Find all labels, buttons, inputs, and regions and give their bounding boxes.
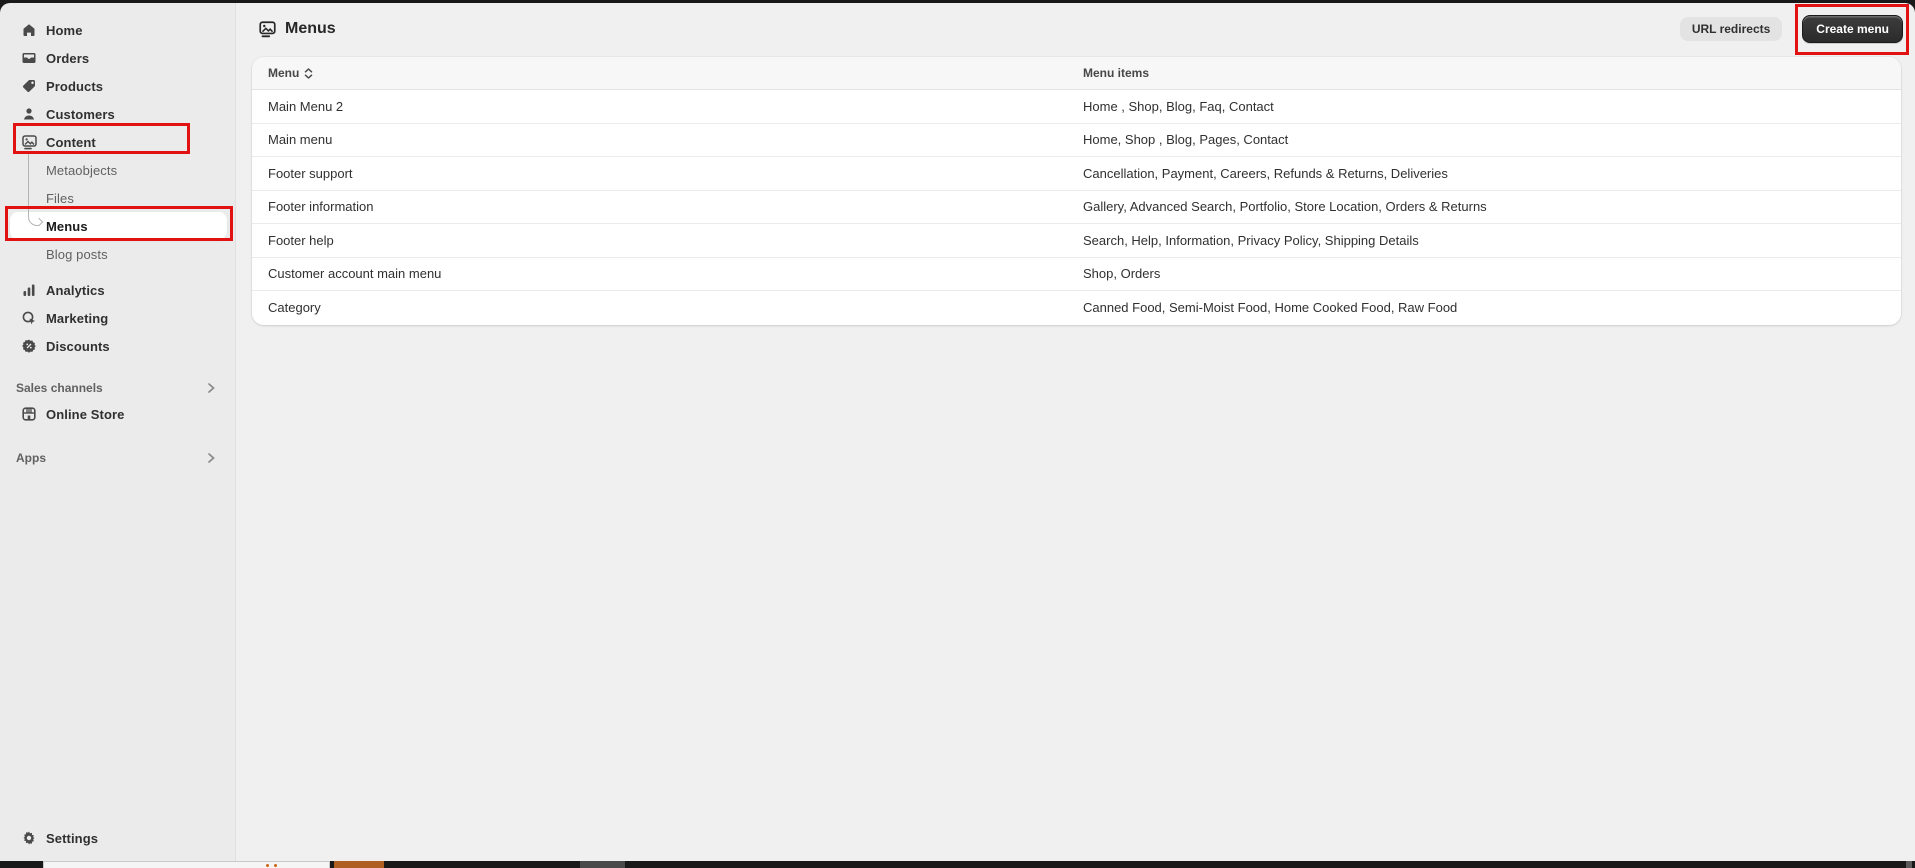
sidebar-item-label: Customers [46,107,115,122]
menu-name-link[interactable]: Footer information [252,199,1067,214]
sidebar-item-label: Home [46,23,83,38]
sidebar-item-label: Files [46,191,74,206]
table-row[interactable]: Category Canned Food, Semi-Moist Food, H… [252,291,1901,325]
apps-section-header: Apps [16,446,219,470]
table-row[interactable]: Main menu Home, Shop , Blog, Pages, Cont… [252,124,1901,158]
sidebar-item-label: Analytics [46,283,105,298]
sidebar-item-content[interactable]: Content [10,128,227,156]
sidebar-item-label: Content [46,135,96,150]
sidebar-item-label: Blog posts [46,247,108,262]
sidebar-item-settings[interactable]: Settings [10,824,227,852]
taskbar-dot-icon [266,864,269,867]
table-row[interactable]: Customer account main menu Shop, Orders [252,258,1901,292]
sidebar-item-products[interactable]: Products [10,72,227,100]
sidebar-item-marketing[interactable]: Marketing [10,304,227,332]
apps-label: Apps [16,451,46,465]
sidebar-item-orders[interactable]: Orders [10,44,227,72]
taskbar-segment-light[interactable] [43,861,330,868]
sidebar-item-menus[interactable]: Menus [10,212,227,240]
menu-name-link[interactable]: Main Menu 2 [252,99,1067,114]
taskbar-segment-gray[interactable] [580,861,625,868]
sidebar-item-online-store[interactable]: Online Store [10,400,227,428]
sidebar: Home Orders Products Customers [0,3,236,861]
shopify-admin-window: Home Orders Products Customers [0,3,1915,861]
sidebar-item-label: Settings [46,831,98,846]
menu-items-cell: Cancellation, Payment, Careers, Refunds … [1067,166,1901,181]
table-row[interactable]: Main Menu 2 Home , Shop, Blog, Faq, Cont… [252,90,1901,124]
table-header-row: Menu Menu items [252,57,1901,90]
menu-items-cell: Home , Shop, Blog, Faq, Contact [1067,99,1901,114]
menu-items-cell: Search, Help, Information, Privacy Polic… [1067,233,1901,248]
page-header: Menus URL redirects Create menu [236,3,1915,53]
sidebar-item-label: Products [46,79,103,94]
menu-name-link[interactable]: Customer account main menu [252,266,1067,281]
chevron-right-icon[interactable] [203,450,219,466]
sidebar-item-analytics[interactable]: Analytics [10,276,227,304]
menu-items-cell: Canned Food, Semi-Moist Food, Home Cooke… [1067,300,1901,315]
sidebar-item-customers[interactable]: Customers [10,100,227,128]
menu-name-link[interactable]: Category [252,300,1067,315]
marketing-icon [20,309,38,327]
column-header-menu-items: Menu items [1067,66,1901,80]
sales-channels-section-header: Sales channels [16,376,219,400]
home-icon [20,21,38,39]
sidebar-item-discounts[interactable]: Discounts [10,332,227,360]
customers-icon [20,105,38,123]
menus-table-card: Menu Menu items Main Menu 2 Home , Shop,… [252,57,1901,325]
store-icon [20,405,38,423]
url-redirects-button[interactable]: URL redirects [1680,17,1782,41]
discounts-icon [20,337,38,355]
page-title-text: Menus [285,20,336,38]
products-icon [20,77,38,95]
page-title: Menus [258,20,336,39]
sidebar-item-metaobjects[interactable]: Metaobjects [10,156,227,184]
main-content: Menus URL redirects Create menu Menu Men… [236,3,1915,861]
orders-icon [20,49,38,67]
sidebar-item-label: Orders [46,51,89,66]
taskbar-segment-orange[interactable] [334,861,384,868]
sales-channels-label: Sales channels [16,381,103,395]
sidebar-item-label: Menus [46,219,88,234]
taskbar-dot-icon [274,864,277,867]
menu-items-cell: Gallery, Advanced Search, Portfolio, Sto… [1067,199,1901,214]
create-menu-button[interactable]: Create menu [1802,15,1903,43]
menu-items-cell: Home, Shop , Blog, Pages, Contact [1067,132,1901,147]
sidebar-item-label: Discounts [46,339,110,354]
menu-name-link[interactable]: Footer help [252,233,1067,248]
sidebar-item-files[interactable]: Files [10,184,227,212]
sidebar-item-label: Online Store [46,407,125,422]
menus-page-icon [258,20,277,39]
content-icon [20,133,38,151]
sidebar-item-label: Marketing [46,311,108,326]
sidebar-item-label: Metaobjects [46,163,117,178]
chevron-right-icon[interactable] [203,380,219,396]
menu-name-link[interactable]: Main menu [252,132,1067,147]
gear-icon [20,829,38,847]
column-header-menu[interactable]: Menu [252,66,1067,80]
sidebar-item-home[interactable]: Home [10,16,227,44]
sidebar-item-blog-posts[interactable]: Blog posts [10,240,227,268]
taskbar[interactable] [0,861,1915,868]
table-row[interactable]: Footer help Search, Help, Information, P… [252,224,1901,258]
sort-icon [304,68,313,79]
menu-items-cell: Shop, Orders [1067,266,1901,281]
menu-name-link[interactable]: Footer support [252,166,1067,181]
table-row[interactable]: Footer information Gallery, Advanced Sea… [252,191,1901,225]
analytics-icon [20,281,38,299]
table-row[interactable]: Footer support Cancellation, Payment, Ca… [252,157,1901,191]
taskbar-segment-right[interactable] [1906,861,1912,868]
